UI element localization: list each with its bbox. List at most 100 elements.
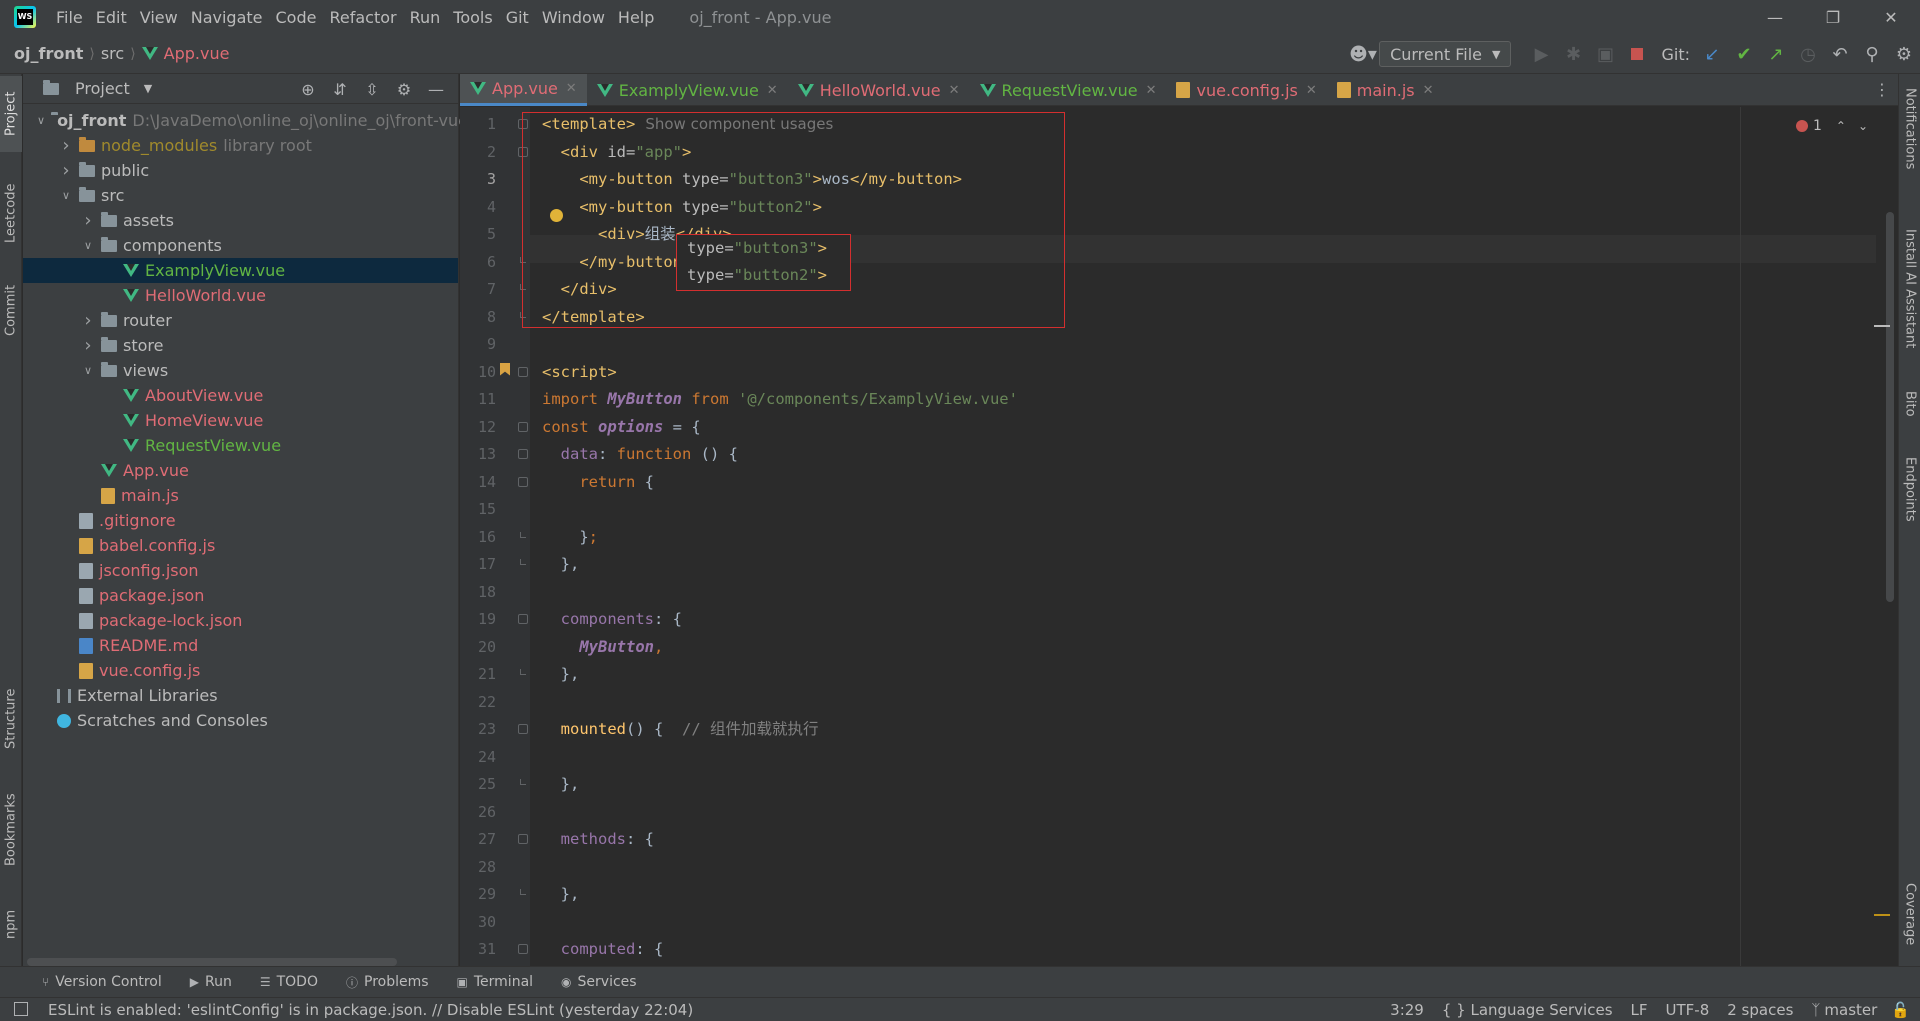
fold-icon[interactable] [518, 944, 528, 954]
stop-icon[interactable] [1621, 38, 1653, 70]
tool-window-npm[interactable]: npm [0, 894, 22, 954]
tree-item[interactable]: › router [23, 308, 458, 333]
tool-window-notifications[interactable]: Notifications [1899, 74, 1920, 184]
breadcrumb-folder[interactable]: src [101, 44, 124, 63]
tree-item[interactable]: › store [23, 333, 458, 358]
vertical-scrollbar[interactable] [1874, 107, 1898, 966]
chevron-down-icon[interactable]: ∨ [81, 364, 95, 377]
tree-item[interactable]: HomeView.vue [23, 408, 458, 433]
tree-item[interactable]: main.js [23, 483, 458, 508]
hide-icon[interactable]: — [420, 80, 452, 99]
warning-marker[interactable] [1874, 914, 1890, 916]
editor-tab[interactable]: RequestView.vue ✕ [970, 74, 1167, 106]
tree-item[interactable]: › public [23, 158, 458, 183]
tree-item[interactable]: AboutView.vue [23, 383, 458, 408]
tree-item[interactable]: babel.config.js [23, 533, 458, 558]
fold-icon[interactable] [518, 366, 528, 377]
scrollbar-thumb[interactable] [1886, 212, 1894, 602]
menu-git[interactable]: Git [506, 8, 529, 27]
tree-item[interactable]: package.json [23, 583, 458, 608]
project-panel-title[interactable]: Project [75, 79, 130, 98]
chevron-down-icon[interactable]: ∨ [37, 114, 45, 127]
status-message[interactable]: ESLint is enabled: 'eslintConfig' is in … [48, 1001, 693, 1019]
horizontal-scrollbar[interactable] [27, 958, 397, 966]
caret-position[interactable]: 3:29 [1390, 1001, 1424, 1019]
fold-end-icon[interactable] [520, 889, 526, 895]
menu-tools[interactable]: Tools [453, 8, 492, 27]
fold-icon[interactable] [518, 834, 528, 844]
fold-icon[interactable] [518, 421, 528, 432]
chevron-down-icon[interactable]: ⌄ [1858, 119, 1868, 133]
close-tab-icon[interactable]: ✕ [566, 81, 577, 96]
tool-window-version-control[interactable]: ⑂ Version Control [42, 974, 162, 990]
menu-navigate[interactable]: Navigate [191, 8, 263, 27]
tree-item[interactable]: ∨ src [23, 183, 458, 208]
tree-item[interactable]: package-lock.json [23, 608, 458, 633]
editor-tab[interactable]: App.vue ✕ [460, 74, 587, 106]
close-tab-icon[interactable]: ✕ [1146, 83, 1157, 98]
fold-end-icon[interactable] [520, 531, 526, 538]
menu-view[interactable]: View [140, 8, 178, 27]
fold-icon[interactable] [518, 724, 528, 734]
close-icon[interactable]: ✕ [1862, 0, 1920, 34]
menu-window[interactable]: Window [542, 8, 605, 27]
tree-item[interactable]: ExamplyView.vue [23, 258, 458, 283]
tool-window-bookmarks[interactable]: Bookmarks [0, 780, 22, 880]
locate-icon[interactable]: ⊕ [292, 80, 324, 99]
chevron-right-icon[interactable]: › [59, 135, 73, 156]
close-tab-icon[interactable]: ✕ [1423, 83, 1434, 98]
fold-icon[interactable] [518, 614, 528, 624]
settings-gear-icon[interactable]: ⚙ [1888, 38, 1920, 70]
bookmark-icon[interactable] [500, 362, 510, 376]
fold-end-icon[interactable] [520, 779, 526, 785]
tool-window-project[interactable]: Project [0, 76, 22, 152]
chevron-up-icon[interactable]: ⌃ [1836, 119, 1846, 133]
search-icon[interactable]: ⚲ [1856, 38, 1888, 70]
tree-item[interactable]: jsconfig.json [23, 558, 458, 583]
git-commit-icon[interactable]: ✔ [1728, 38, 1760, 70]
tree-item[interactable]: vue.config.js [23, 658, 458, 683]
editor-tab[interactable]: ExamplyView.vue ✕ [587, 74, 788, 106]
chevron-down-icon[interactable]: ∨ [59, 189, 73, 202]
tree-item[interactable]: › assets [23, 208, 458, 233]
tree-item[interactable]: ∨ views [23, 358, 458, 383]
editor-tab[interactable]: main.js ✕ [1327, 74, 1444, 106]
indent-setting[interactable]: 2 spaces [1727, 1001, 1793, 1019]
menu-help[interactable]: Help [618, 8, 654, 27]
close-tab-icon[interactable]: ✕ [767, 83, 778, 98]
collapse-all-icon[interactable]: ⇳ [356, 80, 388, 99]
tool-window-structure[interactable]: Structure [0, 674, 22, 764]
tool-window-leetcode[interactable]: Leetcode [0, 168, 22, 258]
coverage-icon[interactable]: ▣ [1589, 38, 1621, 70]
menu-refactor[interactable]: Refactor [329, 8, 396, 27]
close-tab-icon[interactable]: ✕ [1306, 83, 1317, 98]
tree-item[interactable]: ∨ oj_front D:\JavaDemo\online_oj\online_oj… [23, 108, 468, 133]
run-icon[interactable]: ▶ [1525, 38, 1557, 70]
editor-tab[interactable]: vue.config.js ✕ [1166, 74, 1326, 106]
debug-icon[interactable]: ✱ [1557, 38, 1589, 70]
tool-window-terminal[interactable]: ▣ Terminal [457, 974, 534, 990]
tool-window-todo[interactable]: ☰ TODO [260, 974, 318, 990]
fold-end-icon[interactable] [520, 559, 526, 565]
panel-toggle-icon[interactable] [14, 1002, 28, 1016]
chevron-right-icon[interactable]: › [81, 310, 95, 331]
history-icon[interactable]: ◷ [1792, 38, 1824, 70]
tool-window-run[interactable]: ▶ Run [190, 974, 232, 990]
tool-window-commit[interactable]: Commit [0, 270, 22, 350]
tool-window-ai-assistant[interactable]: Install AI Assistant [1899, 214, 1920, 364]
minimize-icon[interactable]: — [1746, 0, 1804, 34]
tree-item[interactable]: › node_modules library root [23, 133, 458, 158]
tree-item[interactable]: RequestView.vue [23, 433, 458, 458]
tree-item[interactable]: Scratches and Consoles [23, 708, 458, 733]
inspection-widget[interactable]: 1 ⌃ ⌄ [1795, 118, 1868, 134]
git-push-icon[interactable]: ↗ [1760, 38, 1792, 70]
user-icon[interactable]: ☻▾ [1347, 38, 1379, 70]
chevron-right-icon[interactable]: › [81, 335, 95, 356]
git-update-icon[interactable]: ↙ [1696, 38, 1728, 70]
tree-item[interactable]: README.md [23, 633, 458, 658]
line-separator[interactable]: LF [1631, 1001, 1648, 1019]
chevron-right-icon[interactable]: › [59, 160, 73, 181]
menu-run[interactable]: Run [410, 8, 441, 27]
rollback-icon[interactable]: ↶ [1824, 38, 1856, 70]
tree-item[interactable]: ∨ components [23, 233, 458, 258]
